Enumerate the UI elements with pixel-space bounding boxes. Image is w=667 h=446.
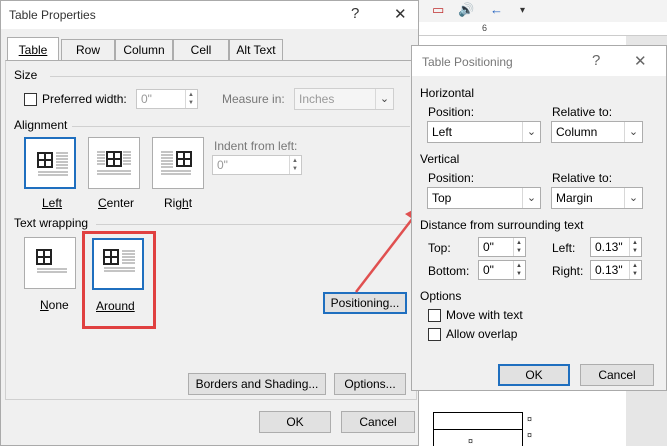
vertical-relative-select[interactable]: Margin ⌄ (551, 187, 643, 209)
chevron-down-icon: ⌄ (522, 188, 540, 208)
distance-heading: Distance from surrounding text (420, 218, 584, 232)
chevron-down-icon: ⌄ (624, 122, 642, 142)
allow-overlap-checkbox[interactable] (428, 328, 441, 341)
horizontal-position-label: Position: (428, 105, 475, 119)
horizontal-position-select[interactable]: Left ⌄ (427, 121, 541, 143)
help-icon[interactable]: ? (592, 52, 600, 69)
distance-right-label: Right: (552, 264, 584, 278)
distance-top-input[interactable]: 0" ▲ ▼ (478, 237, 526, 257)
tab-table[interactable]: Table (7, 37, 59, 60)
vertical-position-label: Position: (428, 171, 475, 185)
chevron-down-icon: ⌄ (522, 122, 540, 142)
vertical-position-select[interactable]: Top ⌄ (427, 187, 541, 209)
move-with-text-checkbox[interactable] (428, 309, 441, 322)
horizontal-relative-select[interactable]: Column ⌄ (551, 121, 643, 143)
vertical-relative-label: Relative to: (552, 171, 613, 185)
chevron-down-icon: ⌄ (624, 188, 642, 208)
table-positioning-dialog: Table Positioning ? ✕ Horizontal Positio… (411, 45, 667, 391)
distance-bottom-label: Bottom: (428, 264, 470, 278)
dialog-title: Table Positioning (422, 55, 513, 69)
allow-overlap-label: Allow overlap (446, 327, 518, 341)
cancel-button[interactable]: Cancel (580, 364, 654, 386)
horizontal-heading: Horizontal (420, 86, 475, 100)
distance-left-label: Left: (552, 241, 576, 255)
close-icon[interactable]: ✕ (634, 52, 647, 70)
distance-right-input[interactable]: 0.13" ▲ ▼ (590, 260, 642, 280)
title-bar: Table Positioning ? ✕ (412, 46, 666, 76)
vertical-heading: Vertical (420, 152, 460, 166)
horizontal-relative-label: Relative to: (552, 105, 613, 119)
options-heading: Options (420, 289, 462, 303)
move-with-text-label: Move with text (446, 308, 523, 322)
distance-left-input[interactable]: 0.13" ▲ ▼ (590, 237, 642, 257)
distance-bottom-input[interactable]: 0" ▲ ▼ (478, 260, 526, 280)
distance-top-label: Top: (428, 241, 451, 255)
ok-button[interactable]: OK (498, 364, 570, 386)
